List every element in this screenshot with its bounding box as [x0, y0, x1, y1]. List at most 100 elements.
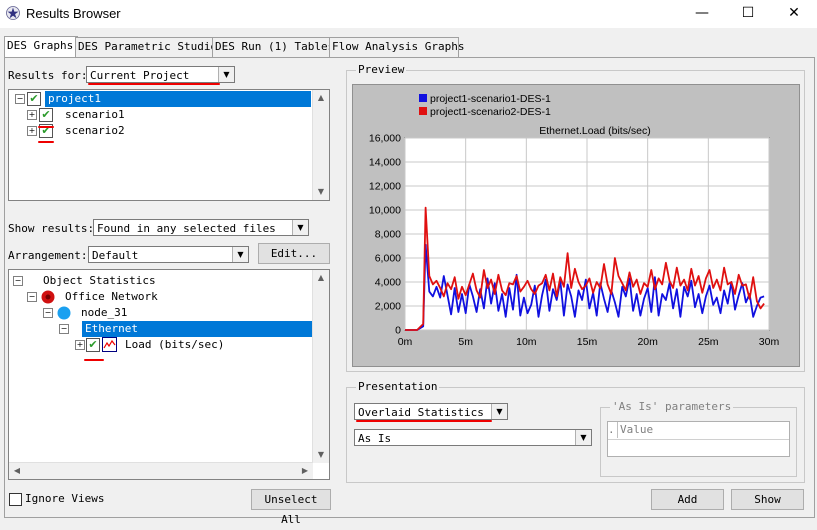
project-tree-scrollbar[interactable]: ▲ ▼	[312, 90, 329, 200]
legend-swatch	[419, 107, 427, 115]
scroll-left-icon[interactable]: ◀	[9, 463, 25, 479]
show-results-label: Show results:	[8, 222, 95, 235]
statistics-tree[interactable]: − Object Statistics − Office Network − n…	[8, 269, 330, 480]
y-tick-label: 2,000	[375, 301, 401, 313]
tree-item-project1[interactable]: − ✔ project1	[11, 91, 311, 107]
edit-button[interactable]: Edit...	[258, 243, 330, 264]
expand-icon[interactable]: +	[27, 110, 37, 120]
show-results-value: Found in any selected files	[97, 222, 276, 235]
tree-item-label: Office Network	[65, 290, 158, 303]
chevron-down-icon: ▼	[218, 67, 234, 82]
tree-item-ethernet[interactable]: − Ethernet	[59, 321, 313, 337]
as-is-parameters-label: 'As Is' parameters	[610, 400, 734, 413]
scroll-up-icon[interactable]: ▲	[313, 90, 329, 106]
x-tick-label: 5m	[458, 336, 473, 348]
app-star-icon	[6, 6, 20, 20]
checkbox-scenario1[interactable]: ✔	[39, 108, 53, 122]
presentation-mode-select[interactable]: Overlaid Statistics ▼	[354, 403, 508, 420]
chevron-down-icon: ▼	[232, 247, 248, 262]
table-header-marker: .	[608, 422, 618, 438]
x-tick-label: 25m	[698, 336, 719, 348]
y-tick-label: 6,000	[375, 253, 401, 265]
collapse-icon[interactable]: −	[13, 276, 23, 286]
red-underline-annotation	[84, 359, 104, 361]
red-underline-annotation	[356, 420, 492, 422]
x-tick-label: 10m	[516, 336, 537, 348]
ignore-views-checkbox[interactable]	[9, 493, 22, 506]
x-tick-label: 30m	[759, 336, 780, 348]
tree-item-label: scenario1	[65, 108, 125, 121]
arrangement-value: Default	[92, 249, 139, 262]
scroll-up-icon[interactable]: ▲	[313, 270, 329, 286]
tree-item-label: scenario2	[65, 124, 125, 137]
legend-swatch	[419, 94, 427, 102]
presentation-filter-value: As Is	[358, 432, 392, 445]
minimize-button[interactable]: —	[679, 0, 725, 28]
x-tick-label: 20m	[637, 336, 658, 348]
y-tick-label: 14,000	[369, 157, 401, 169]
graph-icon	[102, 337, 117, 352]
tree-item-label: Ethernet	[82, 321, 313, 337]
results-for-value: Current Project	[90, 69, 190, 82]
tab-des-run-tables[interactable]: DES Run (1) Tables	[212, 37, 334, 57]
window-title: Results Browser	[26, 6, 121, 21]
arrangement-select[interactable]: Default ▼	[88, 246, 249, 263]
add-button[interactable]: Add	[651, 489, 724, 510]
chart-panel: 0 2,000 4,000 6,000 8,000 10,000 12,000 14,000 1…	[352, 84, 800, 367]
tree-item-label: project1	[45, 91, 311, 107]
table-divider	[608, 439, 789, 440]
ignore-views-label: Ignore Views	[25, 492, 105, 505]
scroll-down-icon[interactable]: ▼	[313, 447, 329, 463]
presentation-mode-value: Overlaid Statistics	[358, 406, 484, 419]
legend-label: project1-scenario2-DES-1	[430, 106, 551, 118]
node-icon	[57, 306, 71, 320]
y-tick-label: 12,000	[369, 181, 401, 193]
x-tick-label: 0m	[398, 336, 413, 348]
tree-item-label: Load (bits/sec)	[125, 338, 225, 351]
table-header-value: Value	[620, 423, 654, 436]
tree-item-label: node_31	[81, 306, 128, 319]
maximize-button[interactable]: ☐	[725, 0, 771, 28]
show-button[interactable]: Show	[731, 489, 804, 510]
tab-des-graphs[interactable]: DES Graphs	[4, 36, 78, 58]
statistics-tree-vscrollbar[interactable]: ▲ ▼	[312, 270, 329, 463]
collapse-icon[interactable]: −	[59, 324, 69, 334]
unselect-all-button[interactable]: Unselect All	[251, 489, 331, 526]
results-for-select[interactable]: Current Project ▼	[86, 66, 235, 83]
statistics-tree-hscrollbar[interactable]: ◀ ▶	[9, 462, 313, 479]
scroll-down-icon[interactable]: ▼	[313, 184, 329, 200]
parameters-table: . Value	[607, 421, 790, 457]
project-tree[interactable]: − ✔ project1 + ✔ scenario1 + ✔ scenario2…	[8, 89, 330, 201]
collapse-icon[interactable]: −	[15, 94, 25, 104]
load-chart: 0 2,000 4,000 6,000 8,000 10,000 12,000 14,000 1…	[369, 93, 780, 348]
collapse-icon[interactable]: −	[43, 308, 53, 318]
expand-icon[interactable]: +	[75, 340, 85, 350]
scroll-right-icon[interactable]: ▶	[297, 463, 313, 479]
y-tick-label: 0	[395, 325, 401, 337]
preview-label: Preview	[356, 63, 407, 76]
y-tick-label: 10,000	[369, 205, 401, 217]
tab-flow-analysis-graphs[interactable]: Flow Analysis Graphs	[329, 37, 464, 57]
tree-item-label: Object Statistics	[43, 274, 156, 287]
chevron-down-icon: ▼	[292, 220, 308, 235]
network-icon	[41, 290, 55, 304]
y-tick-label: 4,000	[375, 277, 401, 289]
x-tick-label: 15m	[577, 336, 598, 348]
presentation-filter-select[interactable]: As Is ▼	[354, 429, 592, 446]
chevron-down-icon: ▼	[575, 430, 591, 445]
close-button[interactable]: ✕	[771, 0, 817, 28]
arrangement-label: Arrangement:	[8, 249, 88, 262]
tab-des-parametric-studies[interactable]: DES Parametric Studies	[75, 37, 224, 57]
collapse-icon[interactable]: −	[27, 292, 37, 302]
expand-icon[interactable]: +	[27, 126, 37, 136]
checkbox-load[interactable]: ✔	[86, 338, 100, 352]
chart-title: Ethernet.Load (bits/sec)	[539, 125, 650, 137]
y-tick-label: 16,000	[369, 133, 401, 145]
chevron-down-icon: ▼	[491, 404, 507, 419]
y-tick-label: 8,000	[375, 229, 401, 241]
results-for-label: Results for:	[8, 69, 88, 82]
show-results-select[interactable]: Found in any selected files ▼	[93, 219, 309, 236]
presentation-label: Presentation	[356, 380, 440, 393]
checkbox-project1[interactable]: ✔	[27, 92, 41, 106]
red-underline-annotation	[38, 126, 54, 128]
